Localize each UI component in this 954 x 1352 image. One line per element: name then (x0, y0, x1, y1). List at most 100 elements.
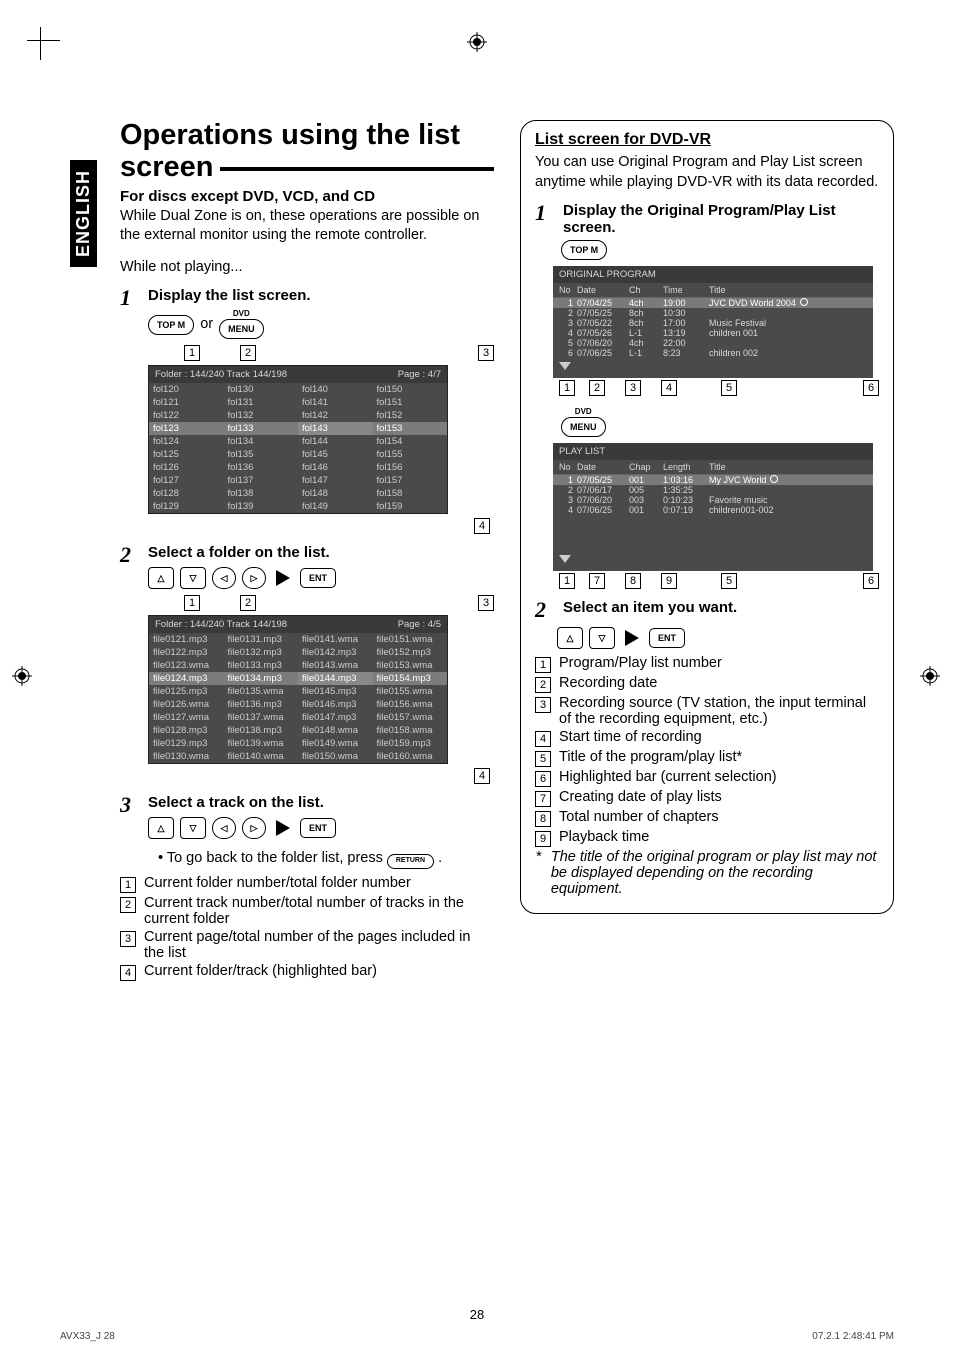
rl-6: 6 (535, 771, 551, 787)
rl-4: 4 (535, 731, 551, 747)
pcol-date: Date (577, 462, 629, 472)
star-icon: * (535, 849, 543, 865)
menu-button-label-r: MENU (561, 417, 606, 437)
footer-right: 07.2.1 2:48:41 PM (812, 1331, 894, 1342)
callout-2b: 2 (240, 595, 256, 611)
playlist-screen: PLAY LIST No Date Chap Length Title 107/… (553, 443, 873, 571)
panel-intro: You can use Original Program and Play Li… (535, 153, 879, 192)
original-program-screen: ORIGINAL PROGRAM No Date Ch Time Title 1… (553, 266, 873, 378)
pc-6: 6 (863, 573, 879, 589)
up-button-2[interactable]: △ (148, 817, 174, 839)
file-table: file0121.mp3file0131.mp3file0141.wmafile… (149, 633, 447, 763)
topm-button[interactable]: TOP M (148, 315, 194, 335)
pcol-len: Length (663, 462, 709, 472)
arrow-icon-r (625, 630, 639, 646)
col-ch: Ch (629, 285, 663, 295)
registration-mark-top (467, 32, 487, 52)
oc-2: 2 (589, 380, 605, 396)
right-button[interactable]: ▷ (242, 567, 266, 589)
arrow-icon-2 (276, 820, 290, 836)
legend-1-text: Current folder number/total folder numbe… (144, 875, 411, 891)
note-text: The title of the original program or pla… (551, 849, 879, 897)
rl-3: 3 (535, 697, 551, 713)
col-no: No (559, 285, 577, 295)
rstep-number-1: 1 (535, 202, 553, 224)
right-legend: 1Program/Play list number 2Recording dat… (535, 655, 879, 897)
screen2-header-left: Folder : 144/240 Track 144/198 (155, 619, 287, 630)
rl-6-text: Highlighted bar (current selection) (559, 769, 777, 785)
step-number-3: 3 (120, 794, 138, 816)
language-tab: ENGLISH (70, 160, 97, 267)
rl-8-text: Total number of chapters (559, 809, 719, 825)
page-title-line2: screen (120, 152, 214, 184)
orig-header: ORIGINAL PROGRAM (553, 266, 873, 283)
registration-mark-left (12, 666, 32, 686)
screen2-header-right: Page : 4/5 (398, 619, 441, 630)
rl-9-text: Playback time (559, 829, 649, 845)
oc-5: 5 (721, 380, 737, 396)
legend-3-text: Current page/total number of the pages i… (144, 929, 494, 961)
step-number-1: 1 (120, 287, 138, 309)
crop-mark (40, 40, 60, 60)
rl-2: 2 (535, 677, 551, 693)
dvd-label: DVD (233, 310, 250, 318)
pc-5: 5 (721, 573, 737, 589)
rl-8: 8 (535, 811, 551, 827)
callout-4b: 4 (474, 768, 490, 784)
intro-text-1: While Dual Zone is on, these operations … (120, 207, 494, 246)
right-column: List screen for DVD-VR You can use Origi… (520, 120, 894, 983)
legend-2-box: 2 (120, 897, 136, 913)
right-button-2[interactable]: ▷ (242, 817, 266, 839)
panel-title: List screen for DVD-VR (535, 131, 879, 149)
footer: AVX33_J 28 07.2.1 2:48:41 PM (60, 1331, 894, 1342)
left-button[interactable]: ◁ (212, 567, 236, 589)
pc-9: 9 (661, 573, 677, 589)
ent-button-2[interactable]: ENT (300, 818, 336, 838)
rl-7: 7 (535, 791, 551, 807)
rl-9: 9 (535, 831, 551, 847)
up-button[interactable]: △ (148, 567, 174, 589)
down-button[interactable]: ▽ (180, 567, 206, 589)
folder-table: fol120fol130fol140fol150fol121fol131fol1… (149, 383, 447, 513)
ent-button-r[interactable]: ENT (649, 628, 685, 648)
down-button-2[interactable]: ▽ (180, 817, 206, 839)
dvd-vr-panel: List screen for DVD-VR You can use Origi… (520, 120, 894, 914)
rl-5: 5 (535, 751, 551, 767)
callout-1b: 1 (184, 595, 200, 611)
pl-col-header: No Date Chap Length Title (553, 460, 873, 475)
scroll-down-icon (559, 362, 571, 370)
or-label: or (200, 315, 213, 335)
pc-8: 8 (625, 573, 641, 589)
left-button-2[interactable]: ◁ (212, 817, 236, 839)
col-title: Title (709, 285, 867, 295)
dvd-menu-button[interactable]: DVD MENU (219, 310, 264, 339)
subheading-discs: For discs except DVD, VCD, and CD (120, 188, 494, 205)
rstep2-title: Select an item you want. (563, 599, 737, 616)
rstep-number-2: 2 (535, 599, 553, 621)
topm-button-r[interactable]: TOP M (561, 240, 607, 260)
footer-left: AVX33_J 28 (60, 1331, 115, 1342)
callout-2: 2 (240, 345, 256, 361)
pcol-chap: Chap (629, 462, 663, 472)
registration-mark-right (920, 666, 940, 686)
intro-text-2: While not playing... (120, 258, 494, 278)
screen1-header-left: Folder : 144/240 Track 144/198 (155, 369, 287, 380)
step1-title: Display the list screen. (148, 287, 494, 304)
legend-1-box: 1 (120, 877, 136, 893)
dvd-menu-button-r[interactable]: DVD MENU (561, 408, 606, 437)
left-legend: 1 Current folder number/total folder numb… (120, 875, 494, 981)
page-title: Operations using the list screen (120, 120, 494, 184)
rl-5-text: Title of the program/play list* (559, 749, 742, 765)
pl-header: PLAY LIST (553, 443, 873, 460)
up-button-r[interactable]: △ (557, 627, 583, 649)
ent-button[interactable]: ENT (300, 568, 336, 588)
down-button-r[interactable]: ▽ (589, 627, 615, 649)
col-date: Date (577, 285, 629, 295)
page-title-line1: Operations using the list (120, 119, 460, 151)
col-time: Time (663, 285, 709, 295)
rl-2-text: Recording date (559, 675, 657, 691)
menu-button-label: MENU (219, 319, 264, 339)
oc-3: 3 (625, 380, 641, 396)
oc-4: 4 (661, 380, 677, 396)
return-button[interactable]: RETURN (387, 854, 434, 869)
